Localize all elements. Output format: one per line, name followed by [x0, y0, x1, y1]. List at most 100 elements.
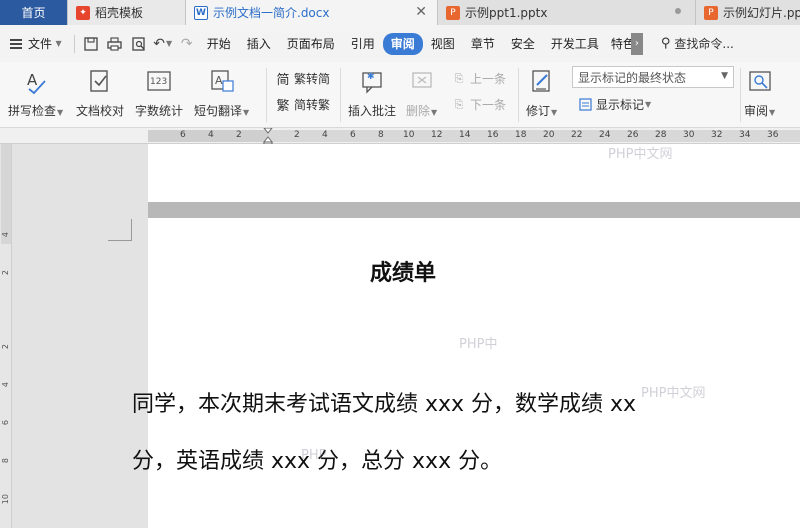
horizontal-ruler[interactable]: 6 4 2 2 4 6 8 10 12 14 16 18 20 22 24 26…	[0, 127, 800, 145]
ppt-icon: P	[704, 5, 718, 20]
indent-marker-icon[interactable]	[262, 127, 274, 145]
next-label: 下一条	[470, 98, 507, 112]
document-title[interactable]: 成绩单	[370, 255, 436, 287]
svg-text:A: A	[215, 74, 223, 87]
watermark: PHP	[301, 448, 327, 463]
tab-ppt1[interactable]: P 示例ppt1.pptx	[438, 0, 696, 25]
ruler-tick: 2	[1, 344, 10, 350]
ruler-tick: 22	[571, 130, 583, 140]
file-menu[interactable]: 文件 ▼	[0, 33, 70, 55]
ruler-tick: 4	[1, 232, 10, 238]
ruler-tick: 2	[294, 130, 300, 140]
tab-ppt2[interactable]: P 示例幻灯片.pp	[696, 0, 800, 25]
tab-ppt1-label: 示例ppt1.pptx	[465, 6, 548, 20]
tab-document[interactable]: W 示例文档一简介.docx ✕	[186, 0, 438, 25]
print-preview-icon[interactable]	[127, 33, 151, 55]
insert-comment-button[interactable]: ✱ 插入批注	[348, 62, 396, 119]
review-pane-button[interactable]: 审阅▼	[744, 62, 775, 119]
menu-special[interactable]: 特色	[607, 33, 631, 55]
doc-proof-icon	[86, 68, 114, 96]
markup-state-dropdown[interactable]: 显示标记的最终状态 ▼	[572, 66, 734, 88]
ruler-tick: 24	[599, 130, 611, 140]
spell-check-label: 拼写检查	[8, 104, 57, 118]
ruler-tick: 14	[459, 130, 471, 140]
chevron-right-icon[interactable]: ›	[630, 32, 643, 55]
next-icon: ⎘	[454, 97, 464, 111]
document-paragraph-line[interactable]: 同学，本次期末考试语文成绩 xxx 分，数学成绩 xx	[132, 386, 636, 418]
ruler-tick: 4	[1, 382, 10, 388]
word-count-icon: 123	[145, 68, 173, 96]
menu-review[interactable]: 审阅	[382, 32, 423, 55]
ruler-tick: 4	[322, 130, 328, 140]
ruler-tick: 2	[236, 130, 242, 140]
spell-check-icon: A	[22, 68, 50, 96]
doc-proof-label: 文档校对	[76, 104, 125, 118]
next-comment-button[interactable]: ⎘ 下一条	[452, 96, 506, 113]
ruler-tick: 26	[627, 130, 639, 140]
redo-icon[interactable]: ↷	[175, 33, 199, 55]
spell-check-button[interactable]: A 拼写检查▼	[8, 62, 63, 119]
ruler-tick: 4	[208, 130, 214, 140]
divider	[740, 68, 741, 122]
menu-section[interactable]: 章节	[463, 33, 503, 55]
ppt-icon: P	[446, 5, 460, 20]
svg-text:A: A	[27, 71, 38, 89]
tab-template[interactable]: ✦ 稻壳模板	[68, 0, 186, 25]
ruler-tick: 36	[767, 130, 779, 140]
ruler-tick: 20	[543, 130, 555, 140]
show-markup-button[interactable]: 显示标记 ▼	[578, 96, 651, 113]
divider	[266, 68, 267, 122]
track-changes-icon	[528, 68, 556, 96]
menu-view[interactable]: 视图	[423, 33, 463, 55]
doc-proof-button[interactable]: 文档校对	[76, 62, 124, 119]
search-icon: ⚲	[660, 36, 671, 51]
menu-insert[interactable]: 插入	[239, 33, 279, 55]
translate-icon: A	[208, 68, 236, 96]
hamburger-icon	[10, 37, 22, 51]
review-pane-icon	[746, 68, 774, 96]
save-icon[interactable]	[79, 33, 103, 55]
prev-comment-button[interactable]: ⎘ 上一条	[452, 70, 506, 87]
delete-comment-button[interactable]: 删除▼	[406, 62, 437, 119]
menu-references[interactable]: 引用	[343, 33, 383, 55]
close-icon[interactable]: ✕	[415, 4, 427, 20]
menu-security[interactable]: 安全	[503, 33, 543, 55]
revise-button[interactable]: 修订▼	[526, 62, 557, 119]
ruler-tick: 8	[1, 458, 10, 464]
menu-page-layout[interactable]: 页面布局	[279, 33, 343, 55]
command-search-label: 查找命令...	[674, 37, 734, 51]
chevron-down-icon: ▼	[721, 71, 728, 81]
tab-bar: 首页 ✦ 稻壳模板 W 示例文档一简介.docx ✕ P 示例ppt1.pptx…	[0, 0, 800, 25]
divider	[340, 68, 341, 122]
ruler-tick: 12	[431, 130, 443, 140]
menu-developer[interactable]: 开发工具	[543, 33, 607, 55]
trad-to-simp-button[interactable]: 简 繁转简	[276, 70, 331, 88]
ruler-tick: 16	[487, 130, 499, 140]
previous-page	[148, 144, 800, 202]
command-search[interactable]: ⚲ 查找命令...	[661, 35, 734, 52]
file-menu-label: 文件	[28, 37, 53, 51]
ruler-tick: 8	[378, 130, 384, 140]
translate-label: 短句翻译	[194, 104, 243, 118]
prev-label: 上一条	[470, 72, 507, 86]
revise-label: 修订	[526, 104, 551, 118]
tab-ppt2-label: 示例幻灯片.pp	[723, 6, 800, 20]
simp-to-trad-button[interactable]: 繁 简转繁	[276, 96, 331, 114]
tab-template-label: 稻壳模板	[95, 6, 144, 20]
vertical-ruler[interactable]: 4 2 2 4 6 8 10	[0, 144, 12, 528]
document-canvas[interactable]: 成绩单 同学，本次期末考试语文成绩 xxx 分，数学成绩 xx 分，英语成绩 x…	[12, 144, 800, 528]
trad-to-simp-label: 繁转简	[294, 72, 331, 86]
print-icon[interactable]	[103, 33, 127, 55]
menu-home[interactable]: 开始	[199, 33, 239, 55]
ruler-tick: 6	[180, 130, 186, 140]
tab-home[interactable]: 首页	[0, 0, 68, 25]
simp-to-trad-label: 简转繁	[294, 98, 331, 112]
translate-button[interactable]: A 短句翻译▼	[194, 62, 249, 119]
undo-icon[interactable]: ↶ ▼	[151, 33, 175, 55]
current-page[interactable]	[148, 218, 800, 528]
ruler-margin	[1, 144, 11, 244]
watermark: PHP中文网	[641, 386, 706, 401]
word-count-button[interactable]: 123 字数统计	[135, 62, 183, 119]
margin-corner-mark	[108, 219, 132, 241]
ruler-tick: 18	[515, 130, 527, 140]
